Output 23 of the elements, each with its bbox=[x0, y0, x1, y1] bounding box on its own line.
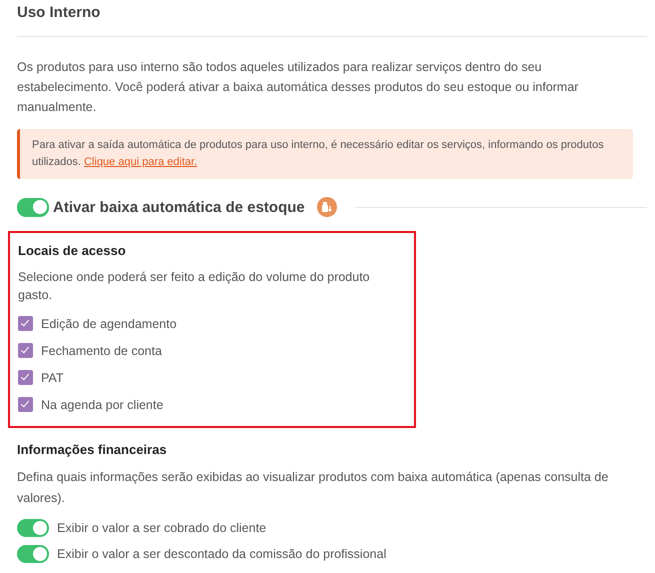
alert-text: Para ativar a saída automática de produtos para uso interno, é necessário editar os serviços, informando os produtos utilizados. Clique aqui para editar. bbox=[32, 138, 605, 170]
edit-link[interactable]: Clique aqui para editar. bbox=[84, 156, 198, 168]
checkbox-label: Edição de agendamento bbox=[41, 316, 177, 330]
checkbox-label: Fechamento de conta bbox=[41, 344, 162, 358]
intro-text: Os produtos para uso interno são todos aqueles utilizados para realizar serviços dentro do seu estabelecimento. Você poderá ativar a baixa automática desses produtos do seu estoque ou informar manualmente. bbox=[17, 59, 580, 116]
checkbox[interactable] bbox=[18, 370, 33, 385]
section-title: Uso Interno bbox=[17, 4, 102, 22]
toggle-label: Exibir o valor a ser descontado da comissão do profissional bbox=[57, 547, 386, 561]
checkbox[interactable] bbox=[18, 343, 33, 358]
toggle-switch[interactable] bbox=[17, 198, 49, 216]
toggle-label: Exibir o valor a ser cobrado do cliente bbox=[57, 521, 266, 535]
checkbox-label: Na agenda por cliente bbox=[41, 398, 164, 412]
toggle-switch[interactable] bbox=[17, 519, 49, 537]
checkbox-label: PAT bbox=[41, 370, 64, 384]
access-heading: Locais de acesso bbox=[18, 243, 127, 259]
toggle-label: Ativar baixa automática de estoque bbox=[53, 198, 305, 216]
toggle-switch[interactable] bbox=[17, 545, 49, 563]
checkbox[interactable] bbox=[18, 397, 33, 412]
checkbox[interactable] bbox=[18, 316, 33, 331]
financial-description: Defina quais informações serão exibidas ao visualizar produtos com baixa automática (apenas consulta de valores). bbox=[17, 469, 610, 507]
access-description: Selecione onde poderá ser feito a edição do volume do produto gasto. bbox=[18, 269, 371, 304]
box-download-icon bbox=[316, 197, 337, 217]
financial-heading: Informações financeiras bbox=[17, 442, 168, 458]
